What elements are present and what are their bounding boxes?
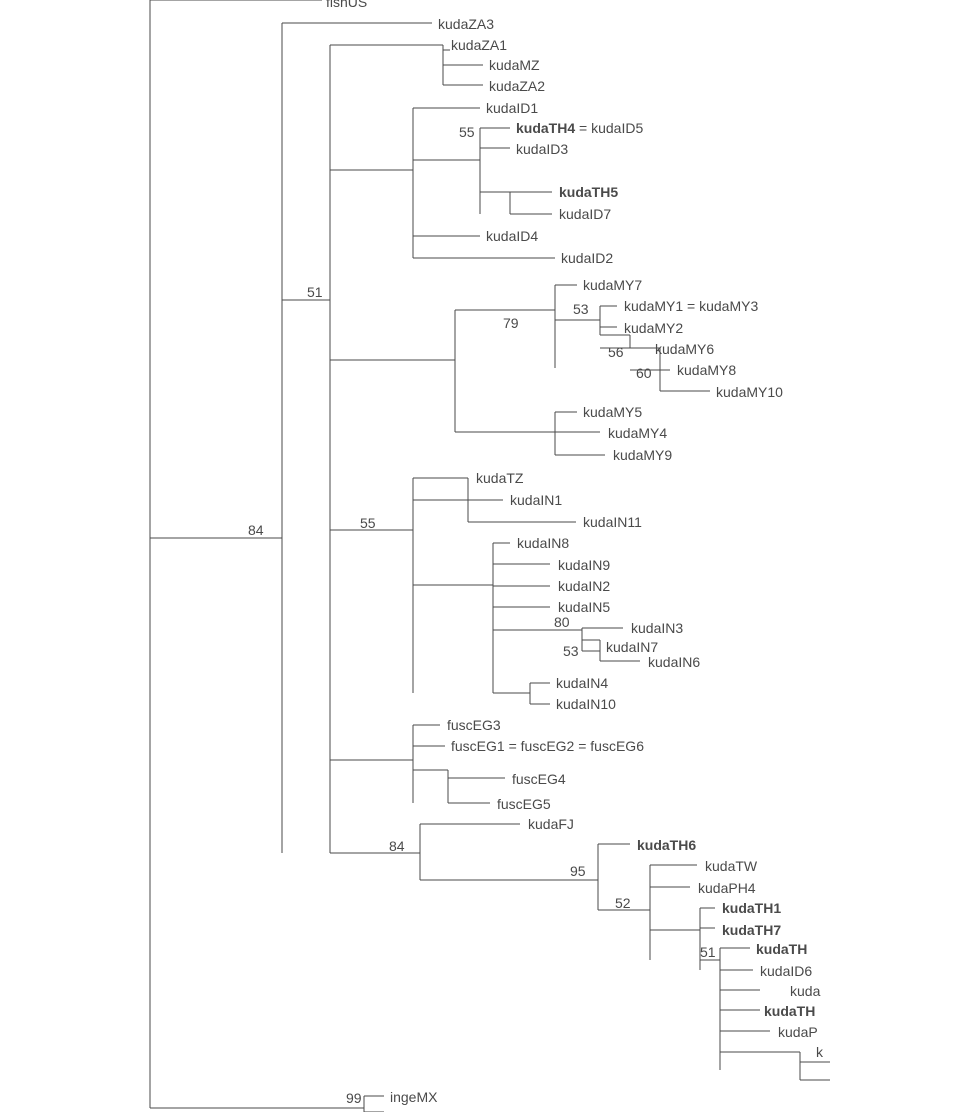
taxon-label: kudaMY2	[624, 321, 683, 335]
taxon-label: kudaMY10	[716, 385, 783, 399]
support-value: 60	[636, 365, 652, 381]
support-value: 53	[573, 301, 589, 317]
taxon-label: kudaMY1 = kudaMY3	[624, 299, 758, 313]
taxon-label: kudaIN5	[558, 600, 610, 614]
taxon-label: fishUS	[326, 0, 367, 9]
support-value: 55	[360, 515, 376, 531]
taxon-label: kudaID4	[486, 229, 538, 243]
taxon-label: kudaID2	[561, 251, 613, 265]
taxon-label: fuscEG5	[497, 797, 551, 811]
support-value: 56	[608, 344, 624, 360]
taxon-label: kudaPH4	[698, 881, 756, 895]
taxon-label: kudaMZ	[489, 58, 540, 72]
support-value: 84	[389, 838, 405, 854]
taxon-label: kudaTH5	[559, 185, 618, 199]
support-value: 84	[248, 522, 264, 538]
taxon-label: kudaIN1	[510, 493, 562, 507]
taxon-label: kudaID1	[486, 101, 538, 115]
taxon-label: kudaIN10	[556, 697, 616, 711]
taxon-label: kudaMY9	[613, 448, 672, 462]
taxon-label: kudaIN2	[558, 579, 610, 593]
support-value: 51	[307, 284, 323, 300]
taxon-label: kuda	[790, 984, 820, 998]
taxon-label: fuscEG3	[447, 718, 501, 732]
taxon-label: kudaIN7	[606, 640, 658, 654]
taxon-label: kudaZA1	[451, 38, 507, 52]
taxon-label: kudaMY6	[655, 342, 714, 356]
taxon-label: kudaIN4	[556, 676, 608, 690]
taxon-label: kudaTH4 = kudaID5	[516, 121, 643, 135]
taxon-label: kudaZA2	[489, 79, 545, 93]
support-value: 53	[563, 643, 579, 659]
taxon-label: kudaZA3	[438, 17, 494, 31]
taxon-label: kudaID7	[559, 207, 611, 221]
taxon-label: fuscEG4	[512, 772, 566, 786]
support-value: 52	[615, 895, 631, 911]
support-value: 99	[346, 1090, 362, 1106]
taxon-label: kudaID3	[516, 142, 568, 156]
taxon-label: kudaTH	[764, 1004, 815, 1018]
taxon-label: kudaP	[778, 1025, 818, 1039]
taxon-label: kudaTW	[705, 859, 757, 873]
taxon-label: kudaTH1	[722, 901, 781, 915]
support-value: 51	[700, 944, 716, 960]
phylogenetic-tree	[0, 0, 960, 1112]
taxon-label: kudaTH	[756, 942, 807, 956]
taxon-label: fuscEG1 = fuscEG2 = fuscEG6	[451, 739, 644, 753]
support-value: 55	[459, 124, 475, 140]
taxon-label: kudaTH6	[637, 838, 696, 852]
taxon-label: kudaTZ	[476, 471, 523, 485]
taxon-label: kudaMY8	[677, 363, 736, 377]
taxon-label: kudaIN6	[648, 655, 700, 669]
taxon-label: kudaMY7	[583, 278, 642, 292]
support-value: 80	[554, 614, 570, 630]
taxon-label: kudaIN3	[631, 621, 683, 635]
taxon-label: kudaMY4	[608, 426, 667, 440]
taxon-label: kudaMY5	[583, 405, 642, 419]
support-value: 79	[503, 315, 519, 331]
taxon-label: k	[816, 1045, 823, 1059]
taxon-label: kudaIN8	[517, 536, 569, 550]
taxon-label: kudaTH7	[722, 923, 781, 937]
support-value: 95	[570, 863, 586, 879]
taxon-label: kudaFJ	[528, 817, 574, 831]
taxon-label: kudaIN9	[558, 558, 610, 572]
taxon-label: kudaIN11	[583, 515, 642, 529]
taxon-label: kudaID6	[760, 964, 812, 978]
taxon-label: ingeMX	[390, 1090, 437, 1104]
